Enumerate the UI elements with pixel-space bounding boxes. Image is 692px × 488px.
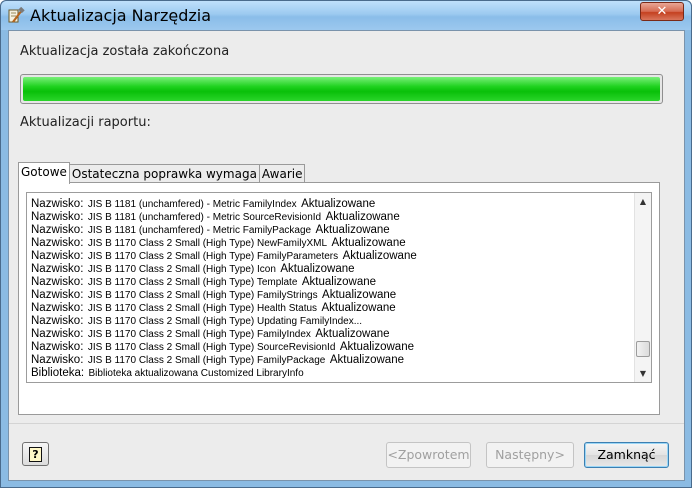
report-label: Aktualizacji raportu: bbox=[20, 115, 151, 130]
back-button[interactable]: <Zpowrotem bbox=[386, 442, 471, 468]
next-button[interactable]: Następny> bbox=[486, 442, 574, 468]
tab-final-fix-required[interactable]: Ostateczna poprawka wymaga bbox=[68, 164, 260, 184]
list-item[interactable]: Nazwisko: JIS B 1170 Class 2 Small (High… bbox=[31, 235, 631, 249]
list-item[interactable]: Nazwisko: JIS B 1170 Class 2 Small (High… bbox=[31, 300, 631, 314]
row-value: Biblioteka aktualizowana Customized Libr… bbox=[88, 368, 304, 379]
progress-fill bbox=[23, 77, 660, 101]
scroll-up-arrow-icon[interactable]: ▲ bbox=[635, 193, 651, 210]
tab-done[interactable]: Gotowe bbox=[18, 162, 70, 184]
close-window-button[interactable]: ✕ bbox=[640, 2, 684, 21]
row-key: Biblioteka: bbox=[31, 367, 85, 379]
help-button[interactable]: ? bbox=[22, 442, 49, 466]
tab-failures[interactable]: Awarie bbox=[258, 164, 306, 184]
list-item[interactable]: Nazwisko: JIS B 1170 Class 2 Small (High… bbox=[31, 352, 631, 366]
list-item[interactable]: Nazwisko: JIS B 1181 (unchamfered) - Met… bbox=[31, 209, 631, 223]
close-icon: ✕ bbox=[656, 4, 668, 19]
help-icon: ? bbox=[29, 447, 42, 462]
completion-message: Aktualizacja została zakończona bbox=[20, 44, 230, 59]
list-item[interactable]: Nazwisko: JIS B 1181 (unchamfered) - Met… bbox=[31, 222, 631, 236]
dialog-window: Aktualizacja Narzędzia ✕ Aktualizacja zo… bbox=[0, 0, 692, 488]
row-status: Aktualizowane bbox=[329, 354, 404, 366]
footer-divider bbox=[9, 423, 684, 424]
scroll-down-arrow-icon[interactable]: ▼ bbox=[635, 365, 651, 382]
close-button[interactable]: Zamknąć bbox=[584, 442, 669, 468]
list-item[interactable]: Nazwisko: JIS B 1170 Class 2 Small (High… bbox=[31, 313, 631, 327]
scrollbar-thumb[interactable] bbox=[636, 341, 650, 357]
tool-hammer-icon bbox=[8, 7, 25, 23]
report-listbox[interactable]: Nazwisko: JIS B 1181 (unchamfered) - Met… bbox=[26, 192, 652, 383]
report-rows: Nazwisko: JIS B 1181 (unchamfered) - Met… bbox=[31, 196, 631, 379]
list-item[interactable]: Nazwisko: JIS B 1170 Class 2 Small (High… bbox=[31, 326, 631, 340]
list-item[interactable]: Nazwisko: JIS B 1170 Class 2 Small (High… bbox=[31, 287, 631, 301]
dialog-body: Aktualizacja została zakończona Aktualiz… bbox=[8, 30, 685, 481]
list-item[interactable]: Nazwisko: JIS B 1170 Class 2 Small (High… bbox=[31, 248, 631, 262]
window-title: Aktualizacja Narzędzia bbox=[30, 6, 212, 25]
tab-panel: Nazwisko: JIS B 1181 (unchamfered) - Met… bbox=[18, 182, 660, 415]
title-bar[interactable]: Aktualizacja Narzędzia ✕ bbox=[1, 1, 691, 30]
list-item[interactable]: Nazwisko: JIS B 1170 Class 2 Small (High… bbox=[31, 274, 631, 288]
list-item[interactable]: Nazwisko: JIS B 1170 Class 2 Small (High… bbox=[31, 261, 631, 275]
list-item[interactable]: Nazwisko: JIS B 1170 Class 2 Small (High… bbox=[31, 339, 631, 353]
list-item[interactable]: Biblioteka: Biblioteka aktualizowana Cus… bbox=[31, 365, 631, 379]
progress-bar bbox=[20, 74, 663, 104]
list-item[interactable]: Nazwisko: JIS B 1181 (unchamfered) - Met… bbox=[31, 196, 631, 210]
tab-strip: Gotowe Ostateczna poprawka wymaga Awarie bbox=[18, 162, 306, 184]
vertical-scrollbar[interactable]: ▲ ▼ bbox=[634, 193, 651, 382]
